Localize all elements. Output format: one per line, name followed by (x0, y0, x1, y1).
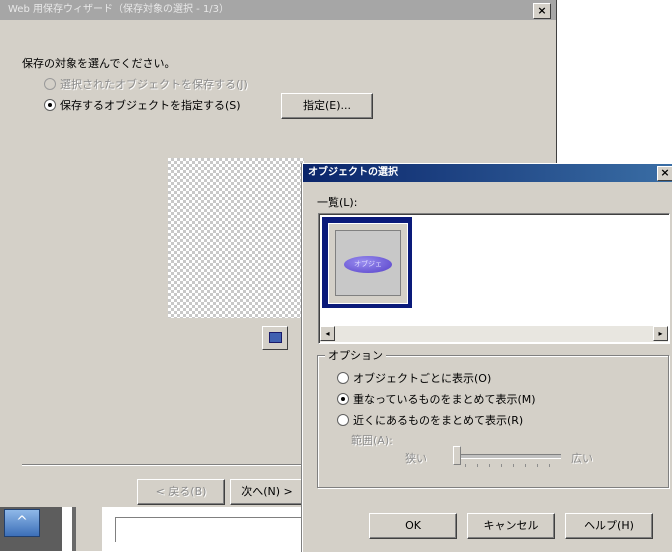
options-group-label: オプション (325, 347, 386, 363)
slider-tick (465, 464, 466, 467)
wizard-close-icon[interactable]: × (533, 3, 551, 19)
slider-tick (501, 464, 502, 467)
slider-tick (513, 464, 514, 467)
wizard-titlebar: Web 用保存ウィザード（保存対象の選択 - 1/3） × (0, 0, 556, 20)
dialog-titlebar: オブジェクトの選択 × (303, 164, 672, 182)
next-button[interactable]: 次へ(N) > (230, 479, 304, 505)
radio-nearby-label[interactable]: 近くにあるものをまとめて表示(R) (353, 412, 523, 428)
radio-specify-object[interactable] (44, 99, 56, 111)
oval-object-shape: オブジェ (344, 256, 392, 273)
dialog-close-icon[interactable]: × (657, 166, 672, 181)
radio-overlapping[interactable] (337, 393, 349, 405)
taskbar-app-icon[interactable]: ^ (4, 509, 40, 537)
slider-tick (537, 464, 538, 467)
radio-overlapping-label[interactable]: 重なっているものをまとめて表示(M) (353, 391, 536, 407)
slider-tick (525, 464, 526, 467)
slider-tick (489, 464, 490, 467)
preview-toggle-button[interactable] (262, 326, 288, 350)
range-slider-track (455, 454, 561, 459)
scroll-right-icon[interactable]: ▸ (653, 326, 668, 341)
thumbnail: オブジェ (335, 230, 401, 296)
list-item-selected[interactable]: オブジェ (322, 217, 412, 308)
object-selection-dialog: オブジェクトの選択 × 一覧(L): オブジェ ◂ ▸ オプション オブジェクト… (302, 163, 672, 552)
slider-tick (549, 464, 550, 467)
wizard-separator (22, 464, 312, 466)
dialog-title: オブジェクトの選択 (308, 167, 398, 178)
slider-min-label: 狭い (405, 452, 427, 465)
radio-per-object[interactable] (337, 372, 349, 384)
radio-specify-object-label[interactable]: 保存するオブジェクトを指定する(S) (60, 97, 241, 113)
window-icon (269, 332, 282, 343)
radio-selected-object-label: 選択されたオブジェクトを保存する(J) (60, 78, 248, 91)
range-slider-thumb (453, 446, 461, 465)
object-preview-area (168, 158, 304, 318)
thumbnail-frame: オブジェ (328, 223, 408, 304)
list-label: 一覧(L): (317, 196, 358, 209)
radio-selected-object (44, 78, 56, 90)
range-label: 範囲(A): (351, 434, 393, 447)
scroll-left-icon[interactable]: ◂ (320, 326, 335, 341)
cancel-button[interactable]: キャンセル (467, 513, 555, 539)
back-button[interactable]: < 戻る(B) (137, 479, 225, 505)
wizard-prompt: 保存の対象を選んでください。 (22, 57, 176, 70)
slider-tick (477, 464, 478, 467)
wizard-title: Web 用保存ウィザード（保存対象の選択 - 1/3） (8, 4, 230, 15)
slider-max-label: 広い (571, 452, 593, 465)
ok-button[interactable]: OK (369, 513, 457, 539)
list-horizontal-scrollbar[interactable]: ◂ ▸ (320, 326, 668, 342)
taskbar-panel (76, 507, 102, 551)
radio-per-object-label[interactable]: オブジェクトごとに表示(O) (353, 370, 491, 386)
object-list[interactable]: オブジェ ◂ ▸ (318, 213, 670, 344)
taskbar-field (115, 517, 306, 542)
help-button[interactable]: ヘルプ(H) (565, 513, 653, 539)
radio-nearby[interactable] (337, 414, 349, 426)
specify-button[interactable]: 指定(E)... (281, 93, 373, 119)
